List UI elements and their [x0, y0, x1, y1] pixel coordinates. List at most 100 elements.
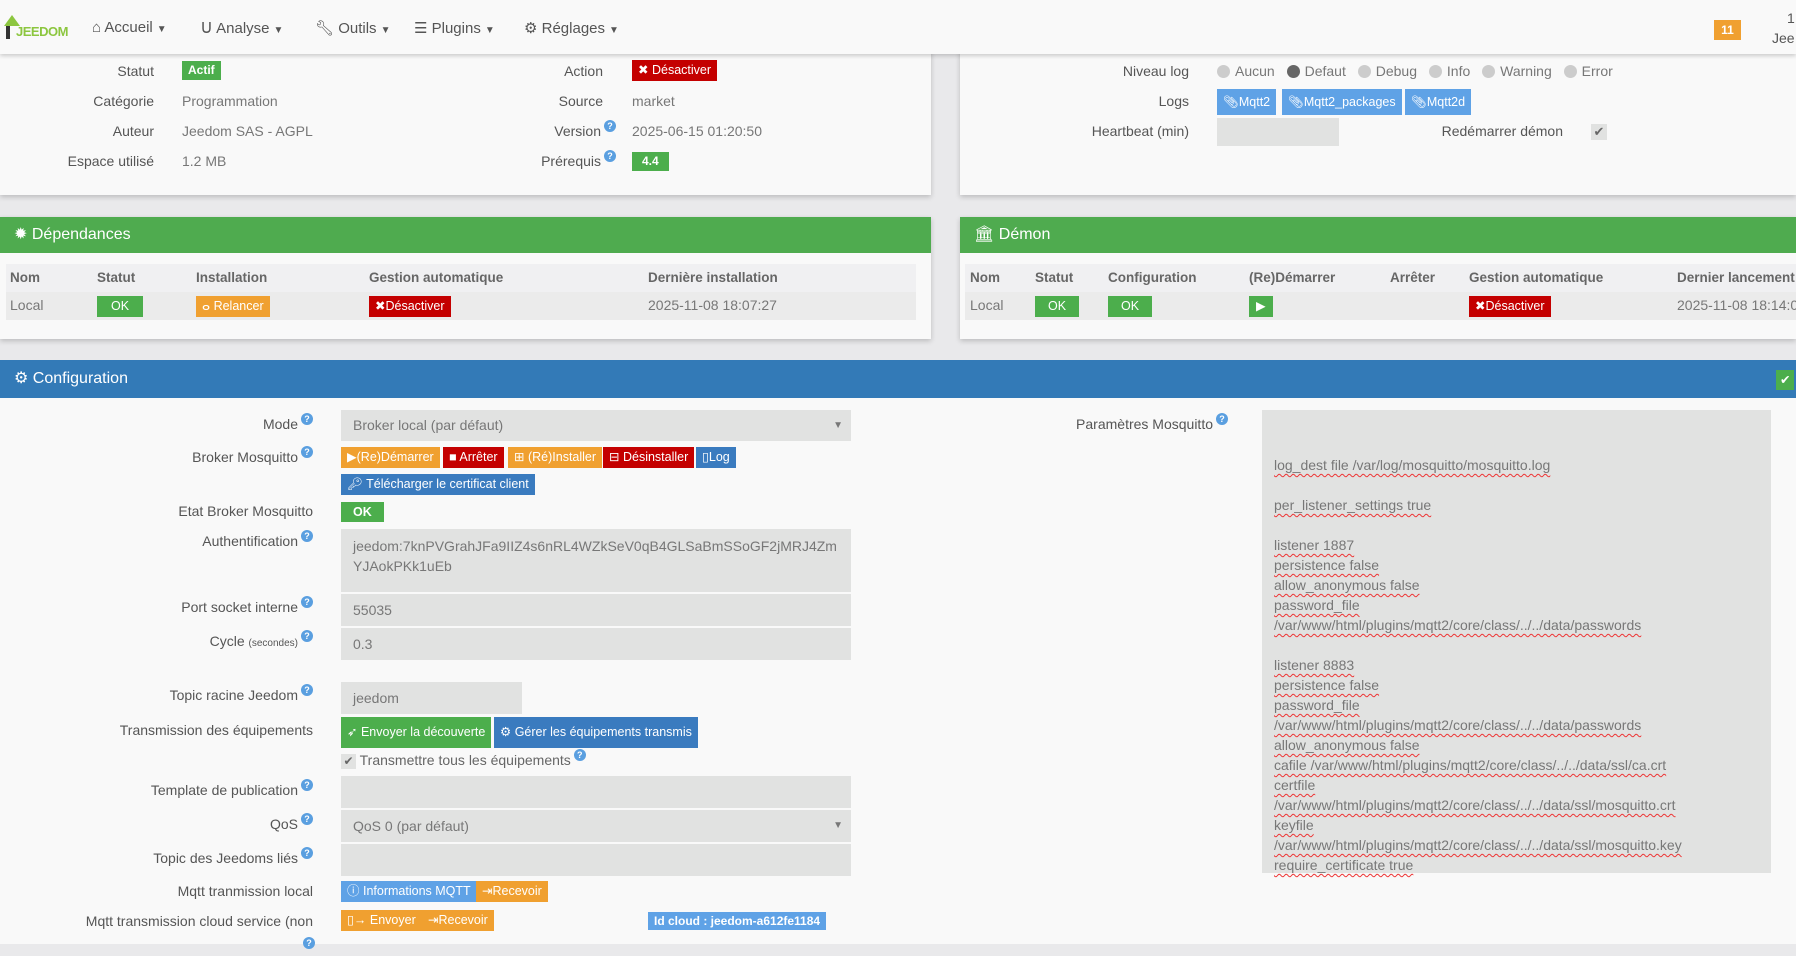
niveau-log-label: Niveau log: [1122, 63, 1189, 79]
button-label: Log: [708, 450, 730, 464]
desactiver-dep-button[interactable]: ✖Désactiver: [369, 296, 451, 317]
nav-label: Analyse: [216, 20, 270, 37]
broker-install-button[interactable]: ⊞ (Ré)Installer: [508, 447, 603, 468]
help-icon[interactable]: ?: [573, 749, 586, 761]
broker-restart-button[interactable]: ▶(Re)Démarrer: [341, 447, 440, 468]
paperclip-icon: 📎︎: [1223, 95, 1239, 109]
help-icon[interactable]: ?: [301, 630, 313, 642]
stethoscope-icon: ᑌ: [201, 20, 217, 37]
help-icon[interactable]: ?: [301, 413, 313, 425]
button-label: Désinstaller: [622, 450, 689, 464]
info-circle-icon: ⓘ: [347, 884, 360, 898]
gear-icon: ⚙: [524, 20, 542, 37]
configuration-header: ⚙ Configuration: [0, 360, 1796, 398]
radio-info[interactable]: Info: [1421, 63, 1470, 79]
action-label: Action: [564, 63, 603, 79]
topic-racine-label: Topic racine Jeedom?: [170, 684, 313, 703]
label-text: QoS: [269, 816, 298, 832]
help-icon[interactable]: ?: [604, 120, 616, 132]
paperclip-icon: 📎︎: [1411, 95, 1427, 109]
mosquitto-params-label: Paramètres Mosquitto?: [1076, 413, 1228, 432]
gear-icon: ⚙: [500, 725, 512, 739]
log-mqtt2d-button[interactable]: 📎︎Mqtt2d: [1405, 89, 1472, 115]
config-line: persistence false: [1274, 677, 1380, 693]
mosquitto-params-textarea[interactable]: log_dest file /var/log/mosquitto/mosquit…: [1262, 410, 1771, 873]
button-label: (Re)Démarrer: [356, 450, 434, 464]
topic-lies-input[interactable]: [341, 844, 851, 876]
save-check-button[interactable]: ✔: [1776, 370, 1795, 390]
help-icon[interactable]: ?: [301, 684, 313, 696]
broker-log-button[interactable]: ▯Log: [696, 447, 736, 468]
nav-plugins[interactable]: ☰ Plugins ▼: [414, 19, 495, 37]
broker-stop-button[interactable]: ■ Arrêter: [443, 447, 504, 468]
auth-textarea[interactable]: jeedom:7knPVGrahJFa9IIZ4s6nRL4WZkSeV0qB4…: [341, 529, 851, 592]
desactiver-plugin-button[interactable]: ✖ Désactiver: [632, 60, 718, 81]
nav-analyse[interactable]: ᑌ Analyse ▼: [201, 19, 283, 37]
recevoir-cloud-button[interactable]: ⇥Recevoir: [422, 910, 494, 931]
radio-debug[interactable]: Debug: [1350, 63, 1417, 79]
nav-label: Accueil: [104, 19, 153, 36]
nav-reglages[interactable]: ⚙ Réglages ▼: [524, 19, 619, 37]
broker-uninstall-button[interactable]: ⊟ Désinstaller: [603, 447, 695, 468]
user-line2[interactable]: Jee: [1772, 30, 1795, 46]
caret-down-icon: ▼: [609, 25, 619, 36]
cell-date: 2025-11-08 18:14:0: [1677, 297, 1796, 313]
help-icon[interactable]: ?: [1216, 413, 1228, 425]
gerer-equipements-button[interactable]: ⚙ Gérer les équipements transmis: [494, 717, 698, 748]
redemarrer-demon-checkbox[interactable]: ✔: [1591, 124, 1607, 140]
template-input[interactable]: [341, 776, 851, 808]
check-circle-icon: ✔: [1780, 373, 1791, 387]
message-badge[interactable]: 11: [1714, 20, 1741, 40]
help-icon[interactable]: ?: [301, 596, 313, 608]
config-line: /var/www/html/plugins/mqtt2/core/class/.…: [1274, 717, 1642, 733]
envoyer-cloud-button[interactable]: ▯→ Envoyer: [341, 910, 422, 931]
label-text: Template de publication: [150, 782, 298, 798]
envoyer-decouverte-button[interactable]: ➶ Envoyer la découverte: [341, 717, 492, 748]
sign-out-icon: ▯→: [347, 913, 367, 927]
stop-icon: ■: [449, 450, 457, 464]
col-header: Statut: [1035, 270, 1074, 285]
cycle-input[interactable]: 0.3: [341, 628, 851, 660]
demon-table: Nom Statut Configuration (Re)Démarrer Ar…: [965, 264, 1796, 320]
log-mqtt2-button[interactable]: 📎︎Mqtt2: [1217, 89, 1277, 115]
config-line: [1274, 635, 1759, 655]
log-mqtt2-packages-button[interactable]: 📎︎Mqtt2_packages: [1282, 89, 1402, 115]
nav-accueil[interactable]: ⌂ Accueil ▼: [92, 19, 167, 36]
broker-label: Broker Mosquitto?: [192, 446, 313, 465]
sign-in-icon: ⇥: [428, 913, 439, 927]
start-demon-button[interactable]: ▶: [1249, 296, 1273, 317]
help-icon[interactable]: ?: [301, 530, 313, 542]
recevoir-local-button[interactable]: ⇥Recevoir: [476, 881, 548, 902]
help-icon[interactable]: ?: [301, 779, 313, 791]
qos-select[interactable]: QoS 0 (par défaut) ▼: [341, 810, 851, 842]
topic-racine-input[interactable]: jeedom: [341, 682, 522, 714]
radio-error[interactable]: Error: [1556, 63, 1613, 79]
transmettre-tous-checkbox[interactable]: ✔ Transmettre tous les équipements?: [341, 749, 586, 769]
help-icon[interactable]: ?: [604, 150, 616, 162]
mqtt-local-label: Mqtt tranmission local: [177, 883, 313, 899]
table-row: [965, 292, 1796, 320]
download-cert-button[interactable]: 🔑︎ Télécharger le certificat client: [341, 474, 535, 495]
desactiver-demon-button[interactable]: ✖Désactiver: [1469, 296, 1551, 317]
button-label: Mqtt2d: [1426, 95, 1466, 109]
user-line1: 1: [1787, 10, 1795, 26]
caret-down-icon: ▼: [380, 25, 391, 36]
nav-outils[interactable]: 🔧︎ Outils ▼: [315, 19, 390, 37]
help-icon[interactable]: ?: [301, 446, 313, 458]
relancer-button[interactable]: ⴰ Relancer: [196, 296, 270, 317]
radio-warning[interactable]: Warning: [1474, 63, 1552, 79]
paper-plane-icon: ➶: [347, 725, 358, 739]
radio-defaut[interactable]: Defaut: [1279, 63, 1346, 79]
help-icon[interactable]: ?: [301, 847, 313, 859]
port-input[interactable]: 55035: [341, 594, 851, 626]
config-line: cafile /var/www/html/plugins/mqtt2/core/…: [1274, 757, 1667, 773]
help-icon[interactable]: ?: [300, 937, 315, 956]
help-icon[interactable]: ?: [301, 813, 313, 825]
radio-aucun[interactable]: Aucun: [1209, 63, 1275, 79]
caret-down-icon: ▼: [156, 24, 167, 35]
label-text: Port socket interne: [181, 599, 298, 615]
heartbeat-input[interactable]: [1217, 118, 1339, 146]
informations-mqtt-button[interactable]: ⓘ Informations MQTT: [341, 881, 477, 902]
jeedom-logo[interactable]: JEEDOM: [2, 12, 72, 44]
mode-select[interactable]: Broker local (par défaut) ▼: [341, 410, 851, 441]
